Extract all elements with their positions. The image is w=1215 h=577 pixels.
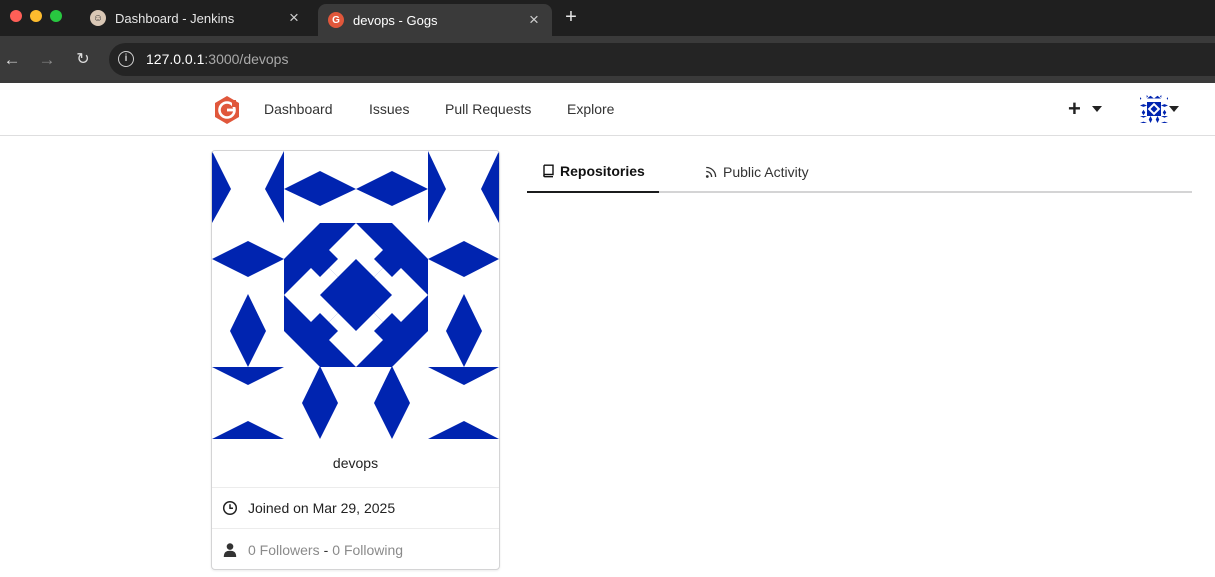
nav-explore[interactable]: Explore	[567, 101, 614, 117]
nav-dashboard[interactable]: Dashboard	[264, 101, 333, 117]
nav-pull-requests[interactable]: Pull Requests	[445, 101, 531, 117]
create-new-menu[interactable]: +	[1068, 95, 1102, 123]
gogs-logo-icon[interactable]	[212, 95, 242, 125]
clock-icon	[222, 500, 238, 516]
person-icon	[223, 542, 237, 557]
tab-public-activity-label: Public Activity	[723, 163, 809, 180]
rss-icon	[705, 166, 717, 178]
tab-public-activity[interactable]: Public Activity	[705, 150, 825, 193]
joined-date-text: Joined on Mar 29, 2025	[248, 500, 396, 516]
new-tab-button[interactable]: +	[560, 6, 582, 28]
tab-repositories-label: Repositories	[560, 162, 645, 179]
profile-card: devops Joined on Mar 29, 2025 0 Follower…	[211, 150, 500, 570]
site-info-icon[interactable]: i	[118, 51, 134, 67]
follow-separator: -	[323, 541, 329, 558]
caret-down-icon	[1169, 106, 1179, 112]
browser-tab-gogs[interactable]: G devops - Gogs ×	[318, 4, 552, 36]
avatar	[1140, 95, 1168, 123]
gogs-icon: G	[328, 12, 344, 28]
jenkins-icon: ☺	[90, 10, 106, 26]
tab-title: Dashboard - Jenkins	[115, 10, 235, 26]
followers-link[interactable]: 0 Followers	[248, 542, 320, 558]
follow-stats-row: 0 Followers - 0 Following	[212, 529, 499, 569]
caret-down-icon	[1091, 106, 1102, 112]
browser-toolbar: ← → ↻ i 127.0.0.1:3000/devops	[0, 36, 1215, 83]
address-bar[interactable]: i 127.0.0.1:3000/devops	[109, 43, 1215, 76]
nav-issues[interactable]: Issues	[369, 101, 409, 117]
profile-username: devops	[212, 439, 499, 488]
profile-avatar	[212, 151, 499, 439]
gogs-navbar: Dashboard Issues Pull Requests Explore +	[0, 83, 1215, 136]
user-menu[interactable]	[1140, 95, 1179, 123]
url-path: :3000/devops	[204, 51, 289, 67]
close-tab-icon[interactable]: ×	[284, 8, 304, 28]
url-text[interactable]: 127.0.0.1:3000/devops	[146, 51, 288, 67]
tab-repositories[interactable]: Repositories	[527, 150, 659, 193]
tab-title: devops - Gogs	[353, 12, 438, 28]
book-icon	[543, 164, 554, 177]
minimize-window-button[interactable]	[30, 10, 42, 22]
following-link[interactable]: 0 Following	[332, 542, 403, 558]
browser-tab-bar: ☺ Dashboard - Jenkins × G devops - Gogs …	[0, 0, 1215, 36]
maximize-window-button[interactable]	[50, 10, 62, 22]
close-window-button[interactable]	[10, 10, 22, 22]
reload-icon[interactable]: ↻	[72, 49, 94, 71]
url-host: 127.0.0.1	[146, 51, 205, 67]
close-tab-icon[interactable]: ×	[524, 10, 544, 30]
plus-icon: +	[1068, 96, 1081, 121]
profile-tabs: Repositories Public Activity	[527, 150, 1192, 193]
joined-date-row: Joined on Mar 29, 2025	[212, 488, 499, 529]
forward-arrow-icon[interactable]: →	[36, 49, 58, 71]
back-arrow-icon[interactable]: ←	[1, 49, 23, 71]
browser-tab-jenkins[interactable]: ☺ Dashboard - Jenkins ×	[80, 0, 312, 36]
